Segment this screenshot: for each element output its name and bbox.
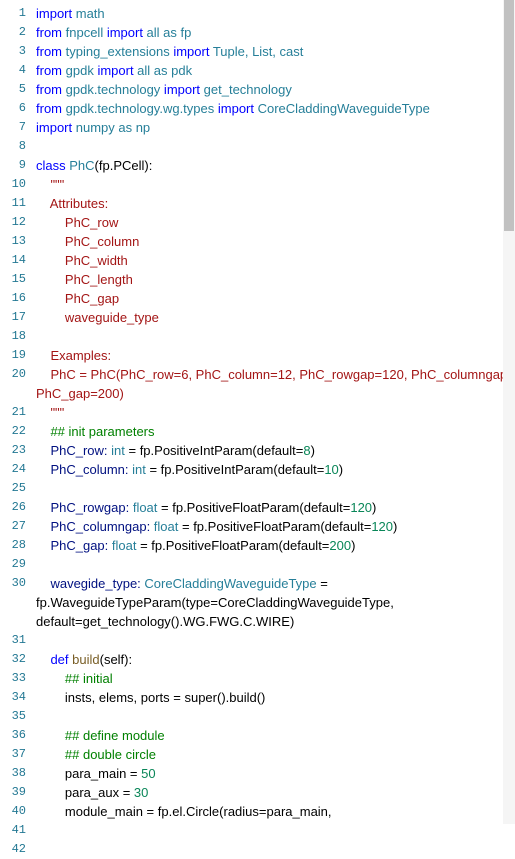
line-number: 7: [0, 118, 26, 137]
line-number: 27: [0, 517, 26, 536]
code-line[interactable]: [36, 327, 514, 346]
vertical-scrollbar[interactable]: [503, 0, 515, 824]
code-line[interactable]: PhC_rowgap: float = fp.PositiveFloatPara…: [36, 498, 514, 517]
line-number: 18: [0, 327, 26, 346]
code-line[interactable]: [36, 137, 514, 156]
code-line[interactable]: PhC_gap: [36, 289, 514, 308]
line-number: 37: [0, 745, 26, 764]
line-number: 4: [0, 61, 26, 80]
line-number: 8: [0, 137, 26, 156]
code-line[interactable]: from typing_extensions import Tuple, Lis…: [36, 42, 514, 61]
code-line[interactable]: ## define module: [36, 726, 514, 745]
code-line[interactable]: [36, 555, 514, 574]
code-line[interactable]: wavegide_type: CoreCladdingWaveguideType…: [36, 574, 514, 593]
code-line[interactable]: class PhC(fp.PCell):: [36, 156, 514, 175]
code-line[interactable]: PhC_length: [36, 270, 514, 289]
code-line[interactable]: Examples:: [36, 346, 514, 365]
code-line[interactable]: from gpdk.technology.wg.types import Cor…: [36, 99, 514, 118]
line-number: 28: [0, 536, 26, 555]
line-number: 9: [0, 156, 26, 175]
code-line[interactable]: PhC_gap: float = fp.PositiveFloatParam(d…: [36, 536, 514, 555]
code-line[interactable]: """: [36, 175, 514, 194]
code-line-wrap[interactable]: PhC_gap=200): [36, 384, 514, 403]
code-line[interactable]: PhC = PhC(PhC_row=6, PhC_column=12, PhC_…: [36, 365, 514, 384]
code-line[interactable]: [36, 631, 514, 650]
line-number: 34: [0, 688, 26, 707]
line-number: 11: [0, 194, 26, 213]
line-number: 23: [0, 441, 26, 460]
line-number: 17: [0, 308, 26, 327]
code-line[interactable]: [36, 479, 514, 498]
code-editor[interactable]: 1234567891011121314151617181920212223242…: [0, 0, 515, 824]
line-number: 6: [0, 99, 26, 118]
line-number: 1: [0, 4, 26, 23]
line-number: 3: [0, 42, 26, 61]
code-line[interactable]: PhC_column: [36, 232, 514, 251]
line-number-gutter: 1234567891011121314151617181920212223242…: [0, 0, 32, 824]
line-number: 16: [0, 289, 26, 308]
line-number: 35: [0, 707, 26, 726]
code-line[interactable]: PhC_columngap: float = fp.PositiveFloatP…: [36, 517, 514, 536]
code-content[interactable]: import mathfrom fnpcell import all as fp…: [32, 0, 514, 824]
code-line[interactable]: def build(self):: [36, 650, 514, 669]
code-line[interactable]: from fnpcell import all as fp: [36, 23, 514, 42]
line-number: 2: [0, 23, 26, 42]
line-number: 36: [0, 726, 26, 745]
line-number: 12: [0, 213, 26, 232]
line-number: 32: [0, 650, 26, 669]
code-line[interactable]: import numpy as np: [36, 118, 514, 137]
code-line[interactable]: Attributes:: [36, 194, 514, 213]
code-line[interactable]: ## double circle: [36, 745, 514, 764]
line-number: 21: [0, 403, 26, 422]
line-number: 39: [0, 783, 26, 802]
line-number: 19: [0, 346, 26, 365]
line-number: 24: [0, 460, 26, 479]
line-number: 29: [0, 555, 26, 574]
line-number: 33: [0, 669, 26, 688]
code-line[interactable]: insts, elems, ports = super().build(): [36, 688, 514, 707]
code-line[interactable]: para_main = 50: [36, 764, 514, 783]
code-line[interactable]: para_aux = 30: [36, 783, 514, 802]
line-number: 38: [0, 764, 26, 783]
line-number: 31: [0, 631, 26, 650]
code-line-wrap[interactable]: fp.WaveguideTypeParam(type=CoreCladdingW…: [36, 593, 514, 612]
code-line-wrap[interactable]: default=get_technology().WG.FWG.C.WIRE): [36, 612, 514, 631]
code-line[interactable]: PhC_width: [36, 251, 514, 270]
line-number: 10: [0, 175, 26, 194]
code-line[interactable]: [36, 707, 514, 726]
code-line[interactable]: ## initial: [36, 669, 514, 688]
line-number: 15: [0, 270, 26, 289]
code-line[interactable]: """: [36, 403, 514, 422]
line-number: 42: [0, 840, 26, 859]
line-number: 13: [0, 232, 26, 251]
code-line[interactable]: ## init parameters: [36, 422, 514, 441]
code-line[interactable]: waveguide_type: [36, 308, 514, 327]
line-number: 25: [0, 479, 26, 498]
code-line[interactable]: PhC_row: int = fp.PositiveIntParam(defau…: [36, 441, 514, 460]
code-line[interactable]: from gpdk.technology import get_technolo…: [36, 80, 514, 99]
scrollbar-thumb[interactable]: [504, 0, 514, 231]
line-number: 5: [0, 80, 26, 99]
line-number: 14: [0, 251, 26, 270]
line-number: 22: [0, 422, 26, 441]
line-number: 40: [0, 802, 26, 821]
code-line[interactable]: from gpdk import all as pdk: [36, 61, 514, 80]
line-number: 26: [0, 498, 26, 517]
code-line[interactable]: PhC_column: int = fp.PositiveIntParam(de…: [36, 460, 514, 479]
line-number: 30: [0, 574, 26, 593]
code-line[interactable]: PhC_row: [36, 213, 514, 232]
line-number: 20: [0, 365, 26, 384]
code-line[interactable]: module_main = fp.el.Circle(radius=para_m…: [36, 802, 514, 821]
code-line[interactable]: import math: [36, 4, 514, 23]
